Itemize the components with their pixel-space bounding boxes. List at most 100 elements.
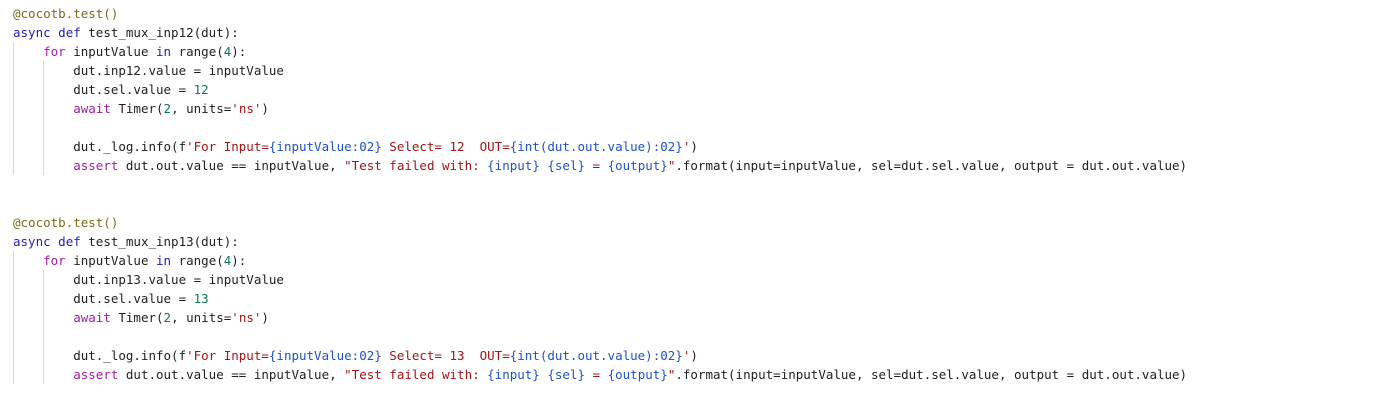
code-line: async def test_mux_inp12(dut): <box>13 23 1187 42</box>
indent-guide <box>13 270 14 289</box>
indent-guide <box>13 346 14 365</box>
code-token: inputValue <box>65 253 156 268</box>
code-token: .format(input=inputValue, sel=dut.sel.va… <box>675 367 1188 382</box>
code-token: @cocotb.test() <box>13 215 119 230</box>
code-token: ): <box>231 44 247 59</box>
code-token: dut._log.info(f <box>13 348 187 363</box>
code-token: dut._log.info(f <box>13 139 187 154</box>
indent-guide <box>13 80 14 99</box>
indent-guide <box>13 308 14 327</box>
code-token: {input} <box>487 367 540 382</box>
indent-guide <box>13 42 14 61</box>
indent-guide <box>43 327 44 346</box>
code-token: "Test failed with: <box>344 367 488 382</box>
code-line: async def test_mux_inp13(dut): <box>13 232 1187 251</box>
code-token: {inputValue:02} <box>268 348 382 363</box>
code-token: 12 <box>193 82 209 97</box>
indent-guide <box>43 137 44 156</box>
code-line: for inputValue in range(4): <box>13 42 1187 61</box>
code-token: ) <box>690 348 698 363</box>
indent-guide <box>13 137 14 156</box>
indent-guide <box>43 61 44 80</box>
code-token: Timer( <box>110 310 164 325</box>
indent-guide <box>13 118 14 137</box>
code-content[interactable]: @cocotb.test() async def test_mux_inp12(d… <box>13 4 1187 384</box>
indent-guide <box>13 289 14 308</box>
code-token: 'ns' <box>231 310 262 325</box>
code-token: {output} <box>607 158 668 173</box>
code-token: 2 <box>163 101 172 116</box>
code-token: for <box>43 253 66 268</box>
code-line: for inputValue in range(4): <box>13 251 1187 270</box>
code-line: dut._log.info(f'For Input={inputValue:02… <box>13 137 1187 156</box>
code-line: @cocotb.test() <box>13 213 1187 232</box>
code-token: for <box>43 44 66 59</box>
code-token: dut.sel.value = <box>13 82 194 97</box>
code-token: ) <box>261 101 269 116</box>
code-token: 'For Input= <box>186 348 269 363</box>
code-token: range( <box>171 253 224 268</box>
code-token: @cocotb.test() <box>13 6 119 21</box>
code-token: Timer( <box>110 101 164 116</box>
indent-guide <box>43 156 44 175</box>
code-token: test_mux_inp12(dut): <box>80 25 239 40</box>
code-token: dut.inp13.value = inputValue <box>13 272 284 287</box>
indent-guide <box>43 118 44 137</box>
code-token: range( <box>171 44 224 59</box>
code-token: ) <box>690 139 698 154</box>
code-token: def <box>58 234 81 249</box>
code-line: @cocotb.test() <box>13 4 1187 23</box>
code-token: assert <box>73 158 119 173</box>
code-token: dut.out.value == inputValue, <box>118 367 345 382</box>
code-token: 'For Input= <box>186 139 269 154</box>
code-line <box>13 327 1187 346</box>
code-token: ): <box>231 253 247 268</box>
code-token: {sel} <box>547 367 586 382</box>
code-token: dut.inp12.value = inputValue <box>13 63 284 78</box>
code-line: dut.sel.value = 13 <box>13 289 1187 308</box>
code-token: ) <box>261 310 269 325</box>
code-token: = <box>585 367 608 382</box>
code-token: {input} <box>487 158 540 173</box>
indent-guide <box>43 270 44 289</box>
code-token: def <box>58 25 81 40</box>
code-line: await Timer(2, units='ns') <box>13 308 1187 327</box>
indent-guide <box>13 156 14 175</box>
code-token: Select= 12 OUT= <box>381 139 510 154</box>
code-token: {int(dut.out.value):02} <box>509 348 683 363</box>
code-token: dut.out.value == inputValue, <box>118 158 345 173</box>
code-token: = <box>585 158 608 173</box>
code-line: assert dut.out.value == inputValue, "Tes… <box>13 365 1187 384</box>
indent-guide <box>13 327 14 346</box>
code-token: Select= 13 OUT= <box>381 348 510 363</box>
code-token: {int(dut.out.value):02} <box>509 139 683 154</box>
code-token: async <box>13 25 51 40</box>
code-token: in <box>156 44 172 59</box>
code-token: , units= <box>171 310 232 325</box>
indent-guide <box>43 289 44 308</box>
code-token: await <box>73 101 111 116</box>
indent-guide <box>13 365 14 384</box>
code-token: inputValue <box>65 44 156 59</box>
code-line: dut.inp13.value = inputValue <box>13 270 1187 289</box>
code-token: in <box>156 253 172 268</box>
code-token: {sel} <box>547 158 586 173</box>
indent-guide <box>13 99 14 118</box>
code-line: await Timer(2, units='ns') <box>13 99 1187 118</box>
code-token: dut.sel.value = <box>13 291 194 306</box>
code-token: "Test failed with: <box>344 158 488 173</box>
code-token: {inputValue:02} <box>268 139 382 154</box>
indent-guide <box>43 365 44 384</box>
code-token: 2 <box>163 310 172 325</box>
indent-guide <box>13 61 14 80</box>
code-line <box>13 118 1187 137</box>
indent-guide <box>43 346 44 365</box>
code-line: dut.sel.value = 12 <box>13 80 1187 99</box>
code-editor[interactable]: @cocotb.test() async def test_mux_inp12(d… <box>0 0 1384 400</box>
code-line: dut.inp12.value = inputValue <box>13 61 1187 80</box>
indent-guide <box>13 251 14 270</box>
code-token: async <box>13 234 51 249</box>
